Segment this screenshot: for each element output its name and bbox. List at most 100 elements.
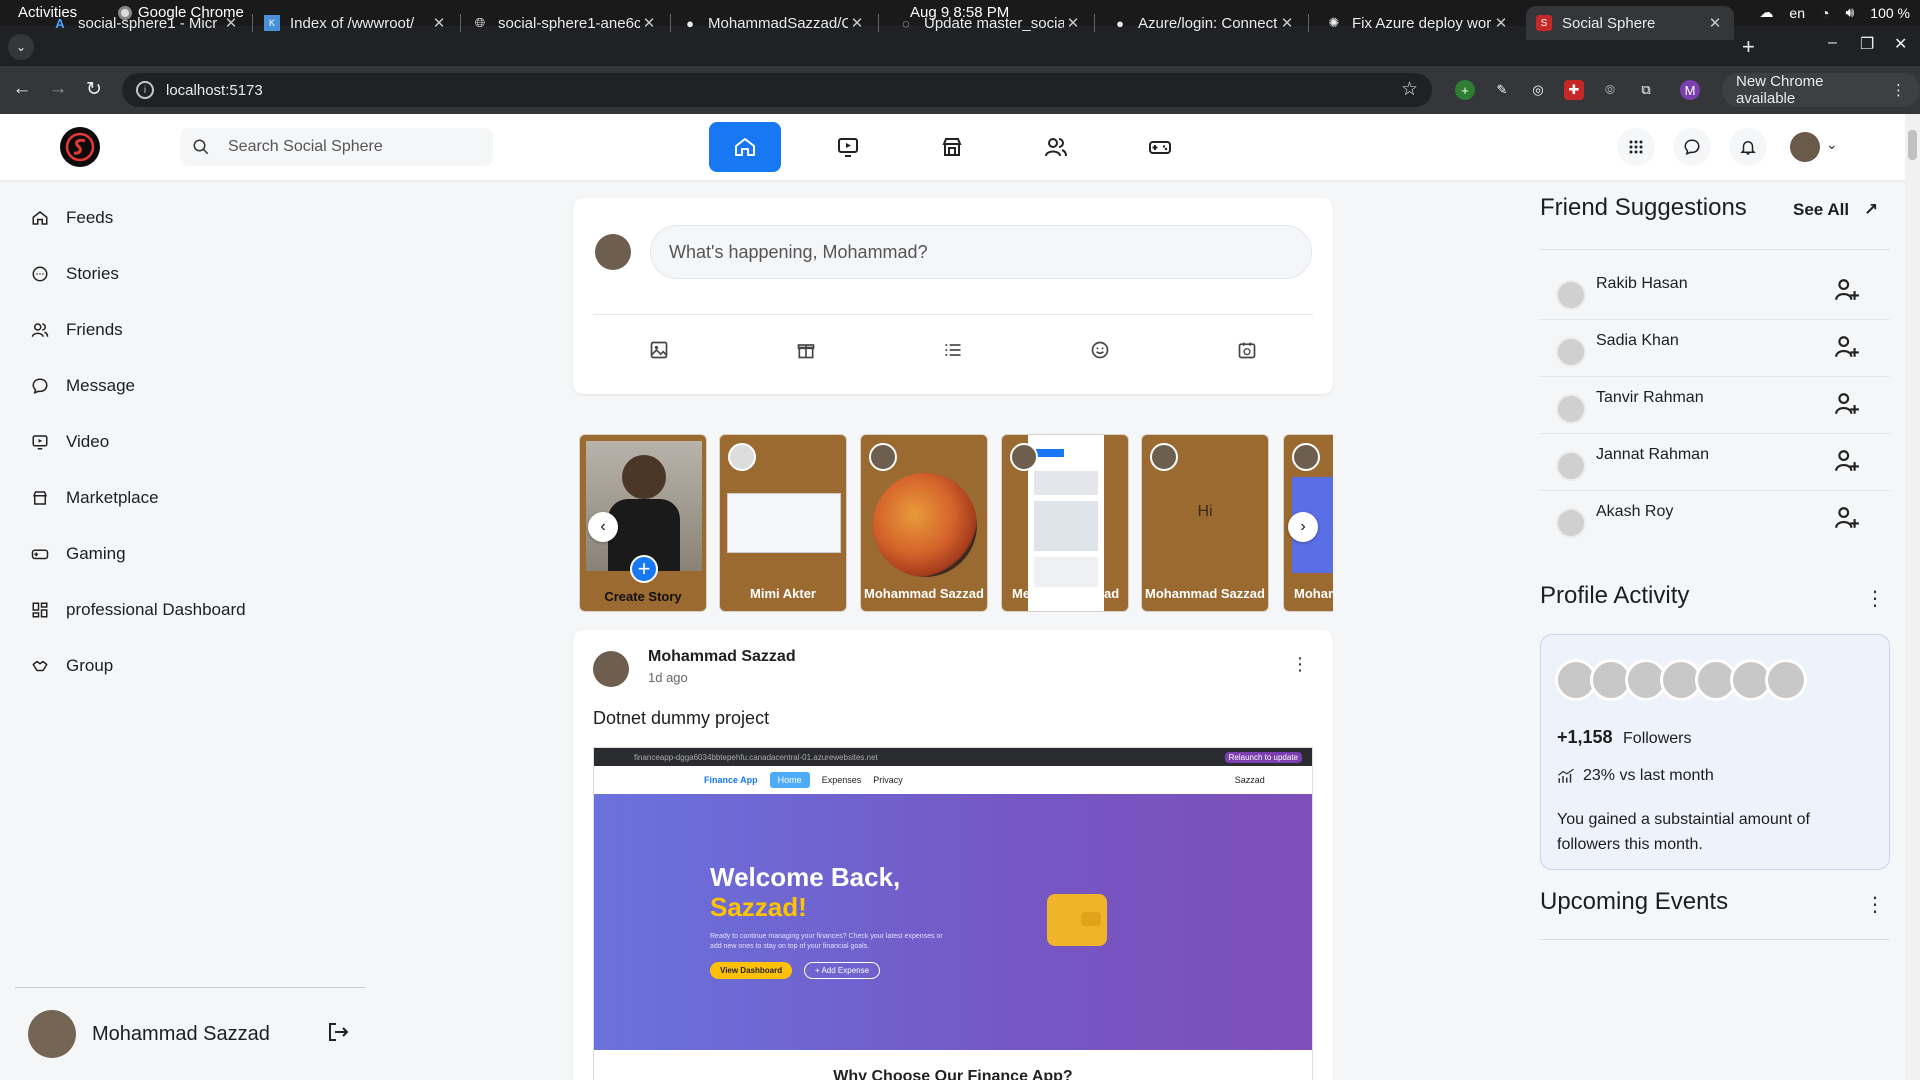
github-icon: ●: [686, 15, 694, 31]
profile-avatar[interactable]: M: [1680, 80, 1700, 100]
upcoming-events-options[interactable]: ⋮: [1865, 892, 1885, 917]
minimize-button[interactable]: –: [1828, 34, 1837, 52]
post-options-button[interactable]: ⋮: [1291, 654, 1309, 675]
search-input[interactable]: [228, 138, 468, 156]
sidebar-item-marketplace[interactable]: Marketplace: [30, 483, 159, 513]
post-image[interactable]: financeapp-dgga6034bbtepehfu.canadacentr…: [593, 747, 1313, 1080]
add-story-icon[interactable]: +: [630, 555, 658, 583]
friend-suggestion-row[interactable]: Sadia Khan: [1540, 320, 1890, 377]
tab-social-sphere[interactable]: S Social Sphere ✕: [1526, 6, 1734, 40]
bookmark-star-icon[interactable]: ☆: [1401, 78, 1418, 101]
page-scrollbar[interactable]: [1905, 114, 1920, 1080]
language-indicator[interactable]: en: [1789, 5, 1805, 21]
friend-suggestion-row[interactable]: Akash Roy: [1540, 491, 1890, 548]
close-icon[interactable]: ✕: [222, 14, 240, 32]
extensions-puzzle-icon[interactable]: ⧉: [1636, 80, 1656, 100]
close-icon[interactable]: ✕: [1492, 14, 1510, 32]
story-thumbnail: [727, 493, 841, 553]
openai-icon: ✺: [1328, 15, 1340, 30]
tab-azure-login[interactable]: ● Azure/login: Connect ✕: [1102, 6, 1306, 40]
add-friend-button[interactable]: [1834, 391, 1860, 422]
close-icon[interactable]: ✕: [430, 14, 448, 32]
red-extension-icon[interactable]: ✚: [1564, 80, 1584, 100]
tab-search-button[interactable]: ⌄: [8, 34, 34, 60]
logout-button[interactable]: [326, 1020, 350, 1049]
social-sphere-logo[interactable]: [60, 127, 100, 167]
sidebar-item-friends[interactable]: Friends: [30, 315, 123, 345]
sidebar-item-group[interactable]: Group: [30, 651, 113, 681]
search-box[interactable]: [180, 128, 493, 166]
address-bar[interactable]: i localhost:5173 ☆: [122, 73, 1432, 107]
friend-suggestion-row[interactable]: Rakib Hasan: [1540, 263, 1890, 320]
new-tab-button[interactable]: +: [1742, 34, 1755, 60]
schedule-button[interactable]: [1235, 338, 1259, 362]
close-icon[interactable]: ✕: [1706, 14, 1724, 32]
cast-extension-icon[interactable]: ⦾: [1600, 80, 1620, 100]
sidebar-item-professional-dashboard[interactable]: professional Dashboard: [30, 595, 246, 625]
story-item[interactable]: Hi Mohammad Sazzad: [1141, 434, 1269, 612]
back-button[interactable]: ←: [10, 78, 34, 100]
window-close-button[interactable]: ✕: [1894, 34, 1907, 54]
sidebar-item-message[interactable]: Message: [30, 371, 135, 401]
target-extension-icon[interactable]: ◎: [1528, 80, 1548, 100]
close-icon[interactable]: ✕: [640, 14, 658, 32]
nav-tab-video[interactable]: [812, 122, 884, 172]
tab-social-sphere1-azure[interactable]: A social-sphere1 - Micr ✕: [42, 6, 250, 40]
screenshot-app-nav: Finance App Home Expenses Privacy Sazzad: [594, 766, 1312, 794]
stories-next-button[interactable]: ›: [1288, 512, 1318, 542]
eyedropper-icon[interactable]: ✎: [1492, 80, 1512, 100]
extension-plus-icon[interactable]: +: [1455, 80, 1475, 100]
close-icon[interactable]: ✕: [1064, 14, 1082, 32]
tab-update-master[interactable]: ◌ Update master_socia ✕: [888, 6, 1092, 40]
messenger-button[interactable]: [1673, 128, 1711, 166]
stories-prev-button[interactable]: ‹: [588, 512, 618, 542]
azure-icon: A: [55, 15, 65, 31]
story-item[interactable]: Me ad: [1001, 434, 1129, 612]
chevron-down-icon[interactable]: ⌄: [1826, 136, 1838, 153]
add-friend-button[interactable]: [1834, 448, 1860, 479]
reload-button[interactable]: ↻: [82, 78, 106, 101]
sidebar-item-stories[interactable]: Stories: [30, 259, 119, 289]
sidebar-item-feeds[interactable]: Feeds: [30, 203, 113, 233]
sidebar-item-video[interactable]: Video: [30, 427, 109, 457]
photo-button[interactable]: [647, 338, 671, 362]
gift-button[interactable]: [794, 338, 818, 362]
nav-tab-home[interactable]: [709, 122, 781, 172]
battery-level: 100 %: [1870, 4, 1910, 21]
nav-tab-friends[interactable]: [1020, 122, 1092, 172]
tab-social-sphere1-site[interactable]: 🌐︎ social-sphere1-ane6c ✕: [462, 6, 668, 40]
scrollbar-thumb[interactable]: [1908, 130, 1917, 160]
sidebar-profile[interactable]: Mohammad Sazzad: [28, 1010, 270, 1058]
add-friend-button[interactable]: [1834, 277, 1860, 308]
avatar[interactable]: [593, 651, 629, 687]
sidebar-item-gaming[interactable]: Gaming: [30, 539, 126, 569]
add-friend-button[interactable]: [1834, 505, 1860, 536]
tab-index-wwwroot[interactable]: K Index of /wwwroot/ ✕: [254, 6, 458, 40]
profile-activity-options[interactable]: ⋮: [1865, 586, 1885, 611]
list-button[interactable]: [941, 338, 965, 362]
site-info-icon[interactable]: i: [136, 81, 154, 99]
close-icon[interactable]: ✕: [1278, 14, 1296, 32]
apps-menu-button[interactable]: [1617, 128, 1655, 166]
post-author[interactable]: Mohammad Sazzad: [648, 648, 796, 666]
emoji-button[interactable]: [1088, 338, 1112, 362]
add-friend-button[interactable]: [1834, 334, 1860, 365]
composer-input[interactable]: What's happening, Mohammad?: [650, 225, 1312, 279]
user-avatar[interactable]: [1790, 132, 1820, 162]
friend-suggestion-row[interactable]: Jannat Rahman: [1540, 434, 1890, 491]
nav-tab-marketplace[interactable]: [916, 122, 988, 172]
forward-button[interactable]: →: [46, 78, 70, 100]
chrome-update-button[interactable]: New Chrome available ⋮: [1722, 73, 1920, 107]
story-item[interactable]: Mohammad Sazzad: [860, 434, 988, 612]
nav-tab-gaming[interactable]: [1124, 122, 1196, 172]
notifications-button[interactable]: [1729, 128, 1767, 166]
tab-fix-azure-deploy[interactable]: ✺ Fix Azure deploy wor ✕: [1316, 6, 1520, 40]
story-item[interactable]: Mimi Akter: [719, 434, 847, 612]
follower-avatars: [1555, 659, 1807, 701]
system-tray[interactable]: ☁ en ◔ 🔊︎ 100 %: [1759, 4, 1910, 21]
see-all-link[interactable]: See All ↗: [1793, 200, 1878, 220]
close-icon[interactable]: ✕: [848, 14, 866, 32]
friend-suggestion-row[interactable]: Tanvir Rahman: [1540, 377, 1890, 434]
maximize-button[interactable]: ❐: [1860, 34, 1874, 54]
tab-github-repo[interactable]: ● MohammadSazzad/C ✕: [672, 6, 876, 40]
